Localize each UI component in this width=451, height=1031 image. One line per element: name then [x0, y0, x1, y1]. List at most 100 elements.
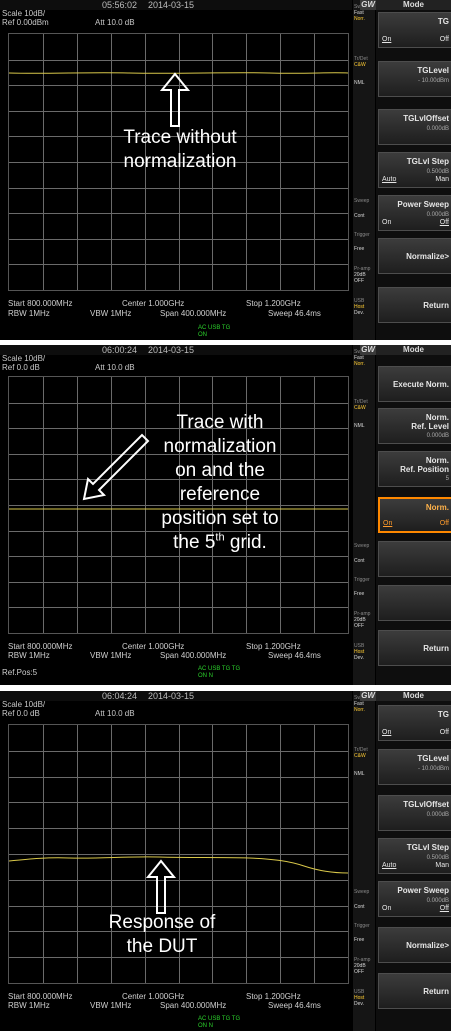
tg-level-button[interactable]: TGLevel - 10.00dBm [378, 61, 451, 97]
button-label: Normalize> [406, 252, 449, 261]
status-indicators: AC USB TG TG [198, 666, 241, 672]
off-option: Off [439, 36, 449, 43]
tg-toggle-button[interactable]: TG On Off [378, 705, 451, 741]
trigger-free: Free [354, 937, 365, 943]
annotation-line: Trace without [123, 127, 237, 148]
norm-toggle-button[interactable]: Norm. On Off [378, 497, 451, 533]
side-status-panel: Sweep Fast Norr. Tr/Det C&W NML Sweep Co… [353, 0, 375, 340]
ref-label: Ref 0.0 dB [2, 363, 40, 372]
trdet-nml: NML [354, 771, 365, 777]
annotation-line: normalization [163, 436, 277, 457]
annotation-text: Trace with normalization on and the refe… [140, 411, 300, 555]
on-option: On [383, 520, 393, 527]
span-label: Span 400.000MHz [160, 1001, 227, 1010]
power-sweep-button[interactable]: Power Sweep 0.000dB On Off [378, 195, 451, 231]
status-indicators: AC USB TG [198, 325, 231, 331]
trigger-label: Trigger [354, 232, 370, 238]
att-label: Att 10.0 dB [95, 18, 135, 27]
menu-title: Mode [376, 0, 451, 10]
trace-line [9, 856, 348, 874]
trdet-clrw: C&W [354, 753, 366, 759]
clock-time: 06:00:24 [102, 345, 138, 355]
annotation-text: Response of the DUT [92, 911, 232, 959]
side-status-panel: Sweep Fast Norr. Tr/Det C&W NML Sweep Co… [353, 691, 375, 1031]
center-freq: Center 1.000GHz [122, 992, 185, 1001]
top-bar: 06:04:24 2014-03-15 [0, 691, 352, 701]
clock-date: 2014-03-15 [148, 345, 195, 355]
button-title: TGLvlOffset [403, 800, 449, 809]
menu-title: Mode [376, 691, 451, 701]
button-title: TGLvl Step [406, 843, 449, 852]
att-label: Att 10.0 dB [95, 709, 135, 718]
empty-softkey[interactable] [378, 585, 451, 621]
off-option: Off [439, 219, 449, 226]
side-status-panel: Sweep Fast Norr. Tr/Det C&W NML Sweep Co… [353, 345, 375, 685]
button-value: 0.000dB [426, 433, 449, 439]
clock-date: 2014-03-15 [148, 691, 195, 701]
off-option: Off [439, 905, 449, 912]
annotation-line: Trace with [176, 412, 264, 433]
scale-label: Scale 10dB/ [2, 700, 46, 709]
button-value: - 10.00dBm [417, 766, 449, 772]
annotation-line: position set to [161, 508, 279, 529]
return-button[interactable]: Return [378, 287, 451, 323]
man-option: Man [435, 862, 449, 869]
analyzer-screen-3: 06:04:24 2014-03-15 Scale 10dB/ Ref 0.0 … [0, 691, 451, 1031]
normalize-button[interactable]: Normalize> [378, 927, 451, 963]
scale-label: Scale 10dB/ [2, 354, 46, 363]
analyzer-screen-2: 06:00:24 2014-03-15 Scale 10dB/ Ref 0.0 … [0, 345, 451, 685]
tg-level-step-button[interactable]: TGLvl Step 0.500dB Auto Man [378, 152, 451, 188]
span-label: Span 400.000MHz [160, 651, 227, 660]
trigger-free: Free [354, 591, 365, 597]
on-option: On [382, 36, 392, 43]
tg-toggle-button[interactable]: TG On Off [378, 12, 451, 48]
vbw-label: VBW 1MHz [90, 651, 132, 660]
auto-option: Auto [382, 862, 397, 869]
empty-softkey[interactable] [378, 541, 451, 577]
execute-norm-button[interactable]: Execute Norm. [378, 366, 451, 402]
usb-dev: Dev. [354, 1001, 364, 1007]
sweep-cont: Cont [354, 558, 365, 564]
status-indicators: AC USB TG TG [198, 1016, 241, 1022]
button-title-2: Ref. Position [400, 465, 449, 474]
sweep-time: Sweep 46.4ms [268, 651, 321, 660]
button-label: Return [423, 301, 449, 310]
annotation-line: normalization [123, 151, 237, 172]
clock-time: 06:04:24 [102, 691, 138, 701]
menu-title: Mode [376, 345, 451, 355]
button-title: Norm. [425, 413, 449, 422]
tg-level-offset-button[interactable]: TGLvlOffset 0.000dB [378, 795, 451, 831]
button-label: Return [423, 644, 449, 653]
norm-ref-position-button[interactable]: Norm. Ref. Position 5 [378, 451, 451, 487]
annotation-line-last: the 5th grid. [140, 531, 300, 555]
trdet-nml: NML [354, 80, 365, 86]
button-title: TGLvlOffset [403, 114, 449, 123]
button-value: 0.500dB [426, 855, 449, 861]
sweep-norm: Norr. [354, 361, 365, 367]
button-title-2: Ref. Level [411, 422, 449, 431]
button-title: TG [437, 17, 449, 26]
tg-level-offset-button[interactable]: TGLvlOffset 0.000dB [378, 109, 451, 145]
normalize-button[interactable]: Normalize> [378, 238, 451, 274]
return-button[interactable]: Return [378, 630, 451, 666]
annotation-sup: th [215, 531, 225, 544]
tg-level-step-button[interactable]: TGLvl Step 0.500dB Auto Man [378, 838, 451, 874]
button-title: TG [437, 710, 449, 719]
preamp-off: OFF [354, 969, 364, 975]
tg-level-button[interactable]: TGLevel - 10.00dBm [378, 749, 451, 785]
return-button[interactable]: Return [378, 973, 451, 1009]
center-freq: Center 1.000GHz [122, 299, 185, 308]
sweep-norm: Norr. [354, 16, 365, 22]
button-value: 0.000dB [426, 212, 449, 218]
status-indicators-state: ON [198, 332, 207, 338]
up-arrow-icon [160, 72, 190, 127]
button-title: Norm. [425, 503, 449, 512]
brand-logo: GW [360, 0, 376, 10]
button-value: 5 [445, 476, 449, 482]
norm-ref-level-button[interactable]: Norm. Ref. Level 0.000dB [378, 408, 451, 444]
trdet-nml: NML [354, 423, 365, 429]
stop-freq: Stop 1.200GHz [246, 992, 301, 1001]
auto-option: Auto [382, 176, 397, 183]
power-sweep-button[interactable]: Power Sweep 0.000dB On Off [378, 881, 451, 917]
analyzer-screen-1: 05:56:02 2014-03-15 Scale 10dB/ Ref 0.00… [0, 0, 451, 340]
